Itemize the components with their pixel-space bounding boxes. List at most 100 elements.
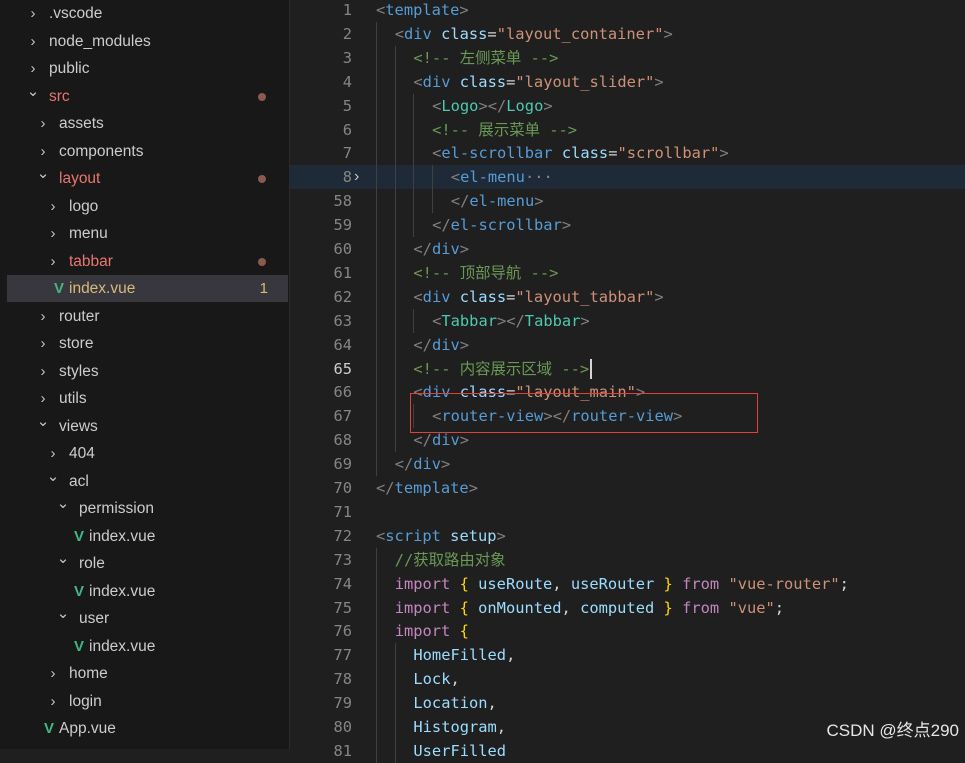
code-line[interactable]: 61 <!-- 顶部导航 --> [290, 260, 965, 285]
code-editor[interactable]: 1 <template> 2 <div class="layout_container… [290, 0, 965, 763]
code-line[interactable]: 7 <el-scrollbar class="scrollbar"> [290, 141, 965, 166]
code-token: < [413, 287, 423, 306]
code-token: Logo [506, 96, 544, 115]
code-token: el-scrollbar [441, 144, 553, 163]
code-line[interactable]: 78 Lock, [290, 667, 965, 692]
code-token: div [422, 72, 451, 91]
chevron-right-icon[interactable]: › [46, 248, 60, 275]
file-item[interactable]: Vindex.vue 1 [7, 275, 288, 302]
folder-item[interactable]: ⌄ user [7, 605, 288, 632]
code-line[interactable]: 73 //获取路由对象 [290, 547, 965, 572]
file-item[interactable]: Vindex.vue [7, 578, 288, 605]
chevron-right-icon[interactable]: › [46, 193, 60, 220]
indent-guide [394, 213, 396, 238]
folder-item[interactable]: › login [7, 688, 288, 715]
indent-guide [413, 93, 415, 118]
tree-item-label: App.vue [59, 720, 116, 737]
indent-guide [376, 237, 377, 261]
folder-item[interactable]: ⌄ permission [7, 495, 288, 522]
code-token: import [394, 574, 451, 593]
chevron-right-icon[interactable]: › [46, 688, 60, 715]
folder-item[interactable]: › tabbar [7, 248, 288, 275]
code-text: <template> [376, 0, 469, 22]
code-line[interactable]: 69 </div> [290, 452, 965, 477]
folder-item[interactable]: › store [7, 330, 288, 357]
chevron-right-icon[interactable]: › [26, 0, 40, 27]
chevron-down-icon[interactable]: ⌄ [36, 408, 50, 435]
file-item[interactable]: V App.vue [7, 715, 288, 742]
chevron-right-icon[interactable]: › [36, 358, 50, 385]
indent-guide [394, 738, 396, 763]
code-line[interactable]: 74 import { useRoute, useRouter } from "v… [290, 571, 965, 596]
code-text: HomeFilled, [413, 643, 515, 667]
code-line[interactable]: 64 </div> [290, 332, 965, 357]
code-token: > [459, 431, 470, 450]
folder-item[interactable]: › logo [7, 193, 288, 220]
folder-item[interactable]: › assets [7, 110, 288, 137]
code-line[interactable]: 3 <!-- 左侧菜单 --> [290, 45, 965, 70]
chevron-right-icon[interactable]: › [46, 660, 60, 687]
code-line[interactable]: 70 </template> [290, 476, 965, 500]
code-line[interactable]: 8 › <el-menu··· [290, 165, 965, 190]
code-line[interactable]: 6 <!-- 展示菜单 --> [290, 117, 965, 142]
chevron-down-icon[interactable]: ⌄ [56, 490, 70, 517]
code-line[interactable]: 58 </el-menu> [290, 189, 965, 214]
code-line[interactable]: 77 HomeFilled, [290, 643, 965, 668]
line-number: 66 [333, 383, 352, 402]
chevron-right-icon[interactable]: › [26, 28, 40, 55]
code-line[interactable]: 72 <script setup> [290, 524, 965, 548]
folder-item[interactable]: › .vscode [7, 0, 288, 27]
code-line[interactable]: 65 <!-- 内容展示区域 --> [290, 356, 965, 381]
chevron-down-icon[interactable]: ⌄ [56, 545, 70, 572]
code-line[interactable]: 62 <div class="layout_tabbar"> [290, 284, 965, 309]
folder-item[interactable]: › router [7, 303, 288, 330]
indent-guide [376, 308, 377, 333]
indent-guide [413, 117, 415, 142]
code-line[interactable]: 63 <Tabbar></Tabbar> [290, 308, 965, 333]
chevron-right-icon[interactable]: › [46, 220, 60, 247]
chevron-down-icon[interactable]: ⌄ [36, 160, 50, 187]
folder-item[interactable]: ⌄ views [7, 413, 288, 440]
line-number: 60 [333, 240, 352, 258]
code-token: </ [376, 479, 395, 497]
folder-item[interactable]: › home [7, 660, 288, 687]
chevron-down-icon[interactable]: ⌄ [56, 600, 70, 627]
code-line[interactable]: 5 <Logo></Logo> [290, 93, 965, 118]
code-line[interactable]: 4 <div class="layout_slider"> [290, 69, 965, 94]
line-number: 73 [333, 550, 352, 569]
code-token: div [413, 455, 442, 474]
chevron-right-icon[interactable]: › [36, 330, 50, 357]
code-text: </div> [413, 237, 469, 261]
folder-item[interactable]: ⌄ acl [7, 468, 288, 495]
file-item[interactable]: Vindex.vue [7, 633, 288, 660]
chevron-down-icon[interactable]: ⌄ [46, 463, 60, 490]
file-item[interactable]: Vindex.vue [7, 523, 288, 550]
fold-expand-icon[interactable]: › [354, 165, 359, 189]
folder-item[interactable]: › public [7, 55, 288, 82]
folder-item[interactable]: ⌄ role [7, 550, 288, 577]
code-token: import [394, 622, 451, 641]
code-line[interactable]: 2 <div class="layout_container"> [290, 21, 965, 46]
folder-item[interactable]: › menu [7, 220, 288, 247]
code-line[interactable]: 79 Location, [290, 691, 965, 716]
chevron-right-icon[interactable]: › [36, 303, 50, 330]
folder-item[interactable]: ⌄ src [7, 83, 288, 110]
folder-item[interactable]: › styles [7, 358, 288, 385]
code-line[interactable]: 59 </el-scrollbar> [290, 213, 965, 238]
code-line[interactable]: 75 import { onMounted, computed } from "v… [290, 595, 965, 620]
indent-guide [376, 595, 377, 620]
indent-guide [394, 643, 396, 668]
code-line[interactable]: 60 </div> [290, 237, 965, 261]
code-token: </ [413, 431, 432, 450]
code-line[interactable]: 81 UserFilled [290, 738, 965, 763]
vue-file-icon: V [53, 280, 64, 297]
code-line[interactable]: 76 import { [290, 619, 965, 644]
code-line[interactable]: 1 <template> [290, 0, 965, 22]
folder-item[interactable]: › node_modules [7, 28, 288, 55]
chevron-down-icon[interactable]: ⌄ [26, 78, 40, 105]
chevron-right-icon[interactable]: › [36, 110, 50, 137]
code-token: <!-- 展示菜单 --> [432, 120, 578, 139]
folder-item[interactable]: ⌄ layout [7, 165, 288, 192]
code-line[interactable]: 71 [290, 500, 965, 524]
